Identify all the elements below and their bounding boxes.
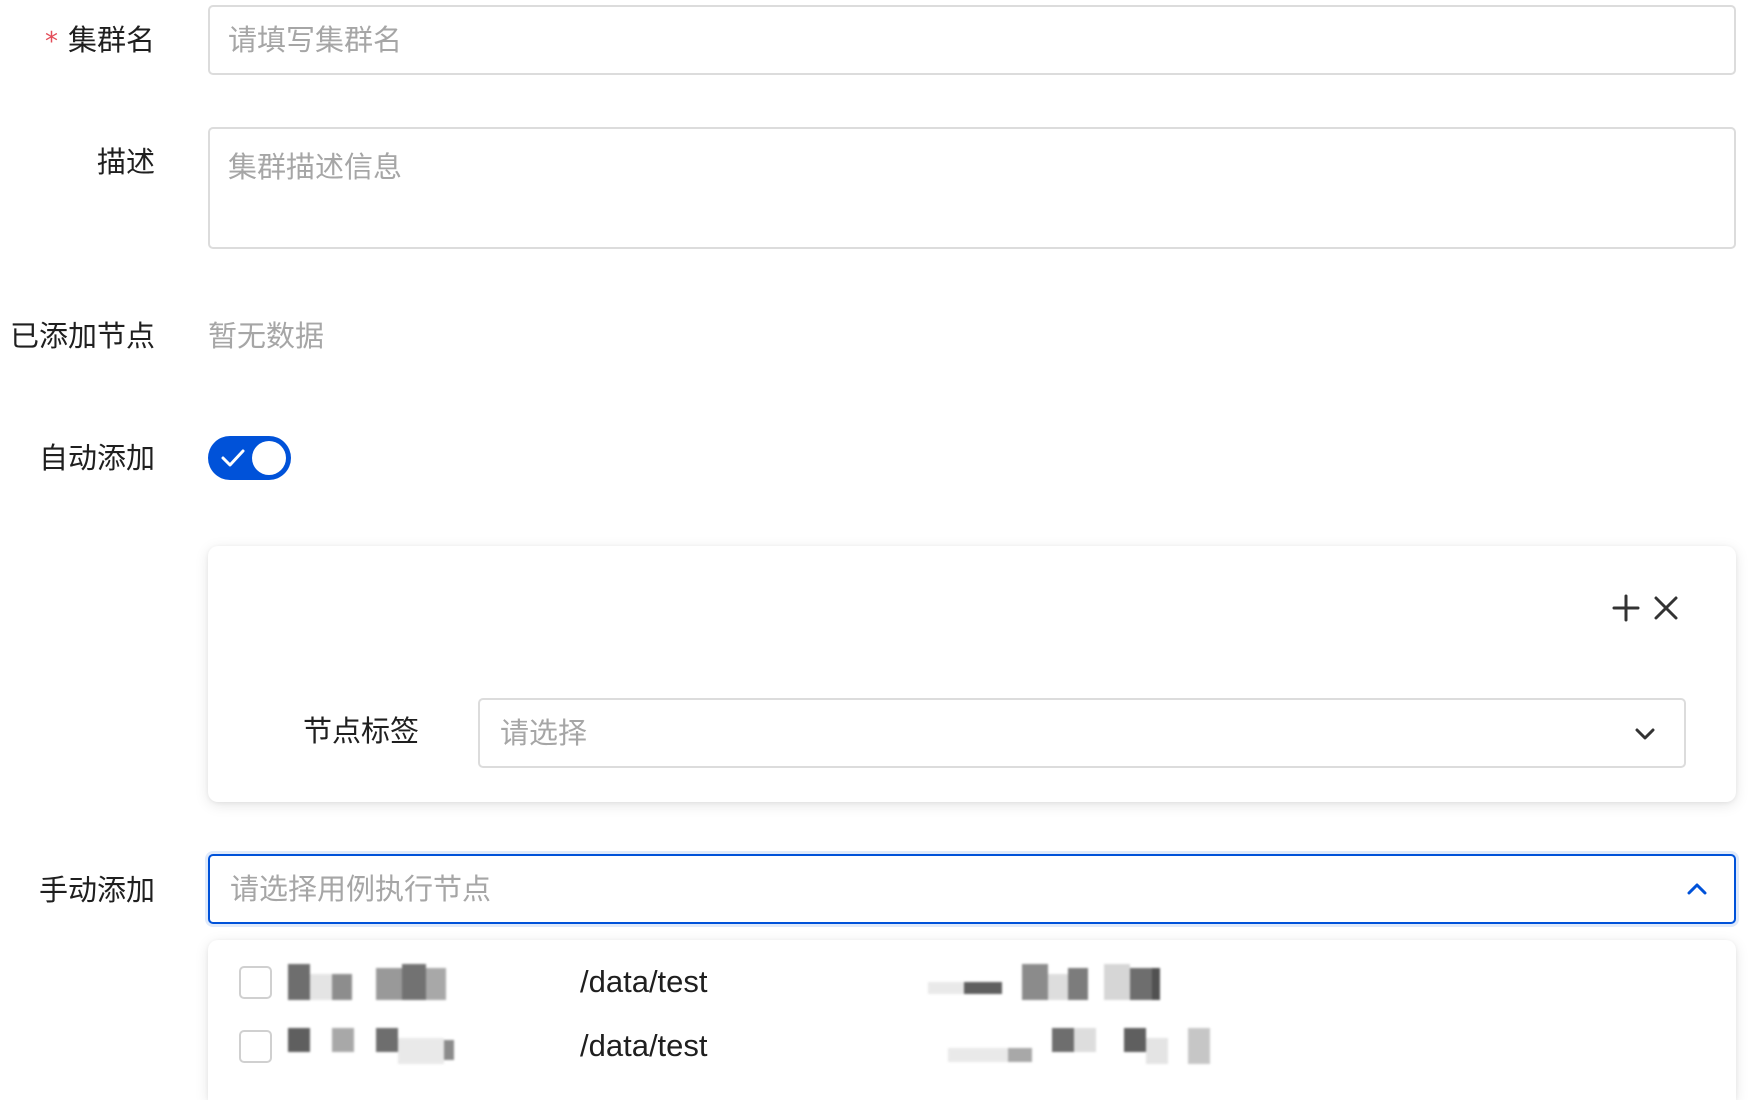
- description-textarea[interactable]: [208, 127, 1736, 249]
- added-nodes-empty-text: 暂无数据: [208, 319, 325, 353]
- auto-add-label: 自动添加: [38, 441, 155, 475]
- redacted-node-info: [948, 1028, 1210, 1064]
- node-option[interactable]: /data/test: [208, 954, 1736, 1014]
- switch-knob: [252, 441, 286, 475]
- node-tag-select[interactable]: 请选择: [478, 698, 1686, 768]
- manual-add-label: 手动添加: [38, 873, 155, 907]
- check-icon: [221, 449, 245, 467]
- added-nodes-label: 已添加节点: [9, 319, 155, 353]
- description-label: 描述: [96, 145, 155, 179]
- close-icon[interactable]: [1648, 590, 1684, 626]
- plus-icon[interactable]: [1608, 590, 1644, 626]
- redacted-node-info: [928, 964, 1160, 1000]
- required-mark: *: [44, 27, 58, 57]
- chevron-down-icon: [1635, 728, 1655, 740]
- cluster-name-label-text: 集群名: [67, 23, 155, 57]
- option-path: /data/test: [580, 1028, 708, 1063]
- node-tag-label: 节点标签: [303, 714, 420, 748]
- cluster-name-label: * 集群名: [0, 20, 155, 62]
- option-path: /data/test: [580, 964, 708, 999]
- redacted-node-name: [288, 1028, 454, 1064]
- cluster-name-input[interactable]: [208, 5, 1736, 75]
- chevron-up-icon: [1687, 883, 1707, 895]
- node-tag-placeholder: 请选择: [500, 716, 588, 750]
- manual-add-dropdown: /data/test /data/test: [208, 940, 1736, 1100]
- redacted-node-name: [288, 964, 446, 1000]
- manual-add-placeholder: 请选择用例执行节点: [230, 872, 492, 906]
- tag-rule-card: 节点标签 请选择: [208, 546, 1736, 802]
- option-checkbox[interactable]: [239, 1030, 272, 1063]
- manual-add-select[interactable]: 请选择用例执行节点: [208, 854, 1736, 924]
- auto-add-switch[interactable]: [208, 436, 291, 480]
- node-option[interactable]: /data/test: [208, 1018, 1736, 1078]
- option-checkbox[interactable]: [239, 966, 272, 999]
